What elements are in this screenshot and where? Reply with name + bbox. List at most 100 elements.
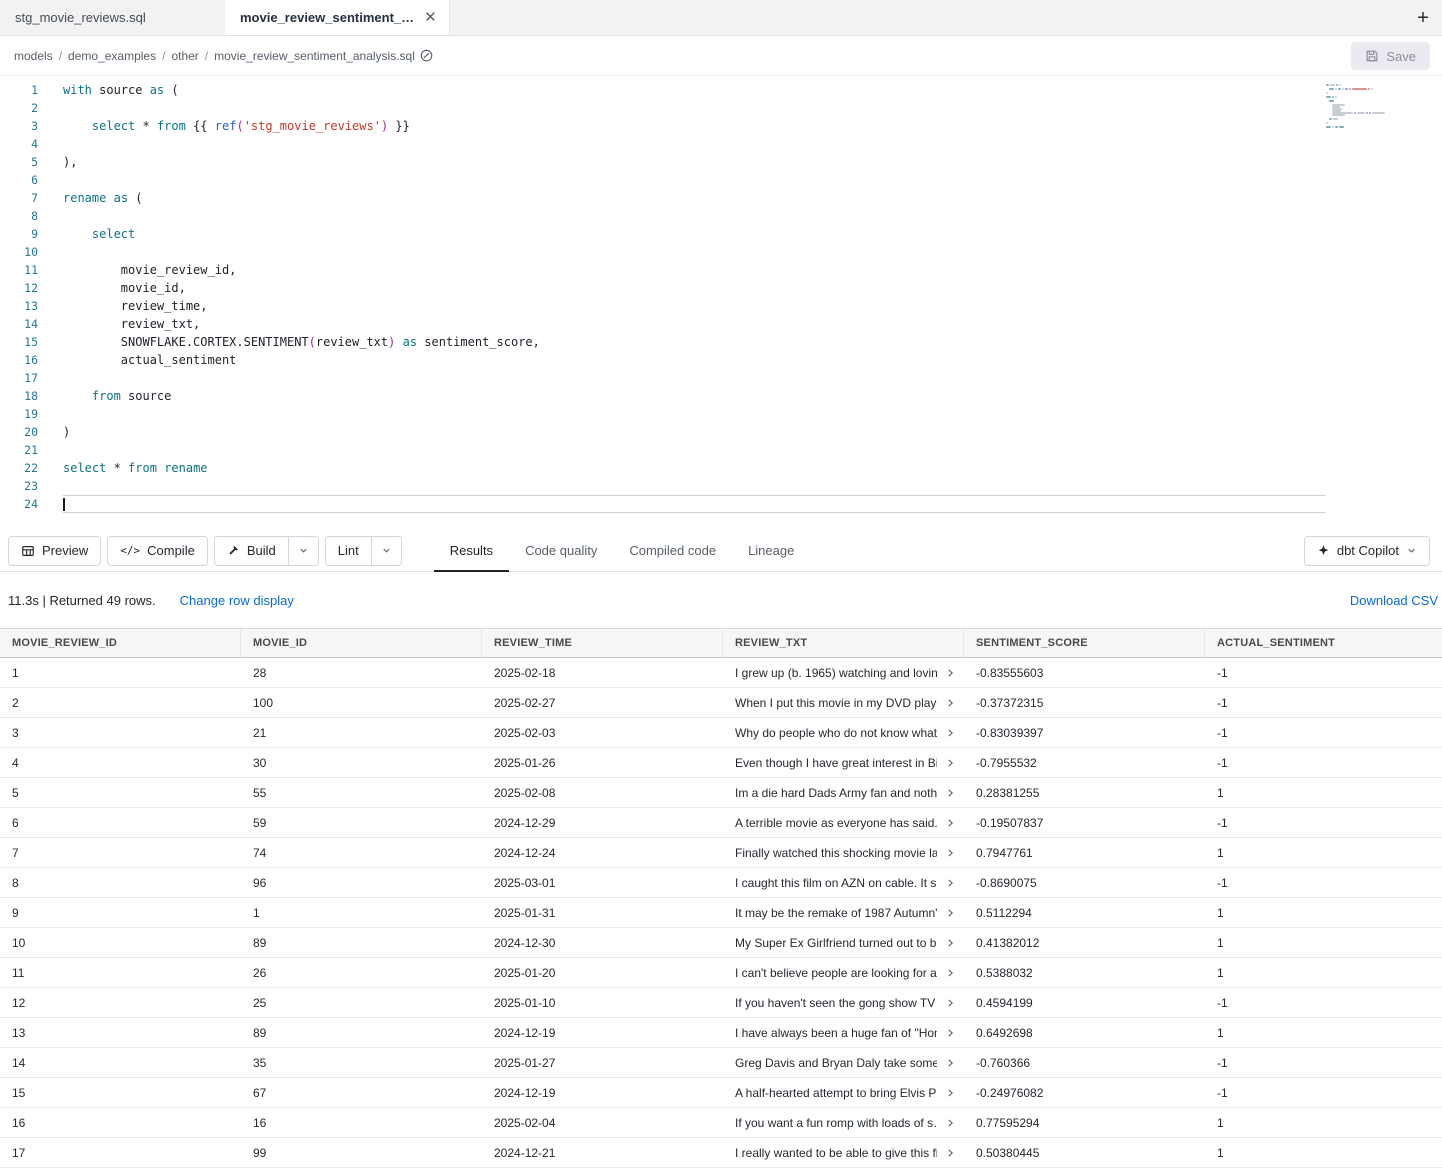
column-header[interactable]: MOVIE_REVIEW_ID xyxy=(0,629,241,657)
table-row[interactable]: 6592024-12-29A terrible movie as everyon… xyxy=(0,808,1442,838)
chevron-right-icon[interactable] xyxy=(945,667,956,678)
minimap[interactable] xyxy=(1326,84,1396,132)
chevron-right-icon[interactable] xyxy=(945,997,956,1008)
breadcrumb-item[interactable]: demo_examples xyxy=(68,49,156,63)
lint-button[interactable]: Lint xyxy=(326,537,371,565)
editor-line[interactable]: 5), xyxy=(0,153,1442,171)
table-row[interactable]: 4302025-01-26Even though I have great in… xyxy=(0,748,1442,778)
chevron-right-icon[interactable] xyxy=(945,727,956,738)
chevron-right-icon[interactable] xyxy=(945,877,956,888)
tab-compiled-code[interactable]: Compiled code xyxy=(613,530,732,572)
editor-line[interactable]: 14 review_txt, xyxy=(0,315,1442,333)
editor-line[interactable]: 18 from source xyxy=(0,387,1442,405)
lint-dropdown-button[interactable] xyxy=(371,537,401,565)
editor-line[interactable]: 23 xyxy=(0,477,1442,495)
editor-line[interactable]: 16 actual_sentiment xyxy=(0,351,1442,369)
tab-stg-movie-reviews[interactable]: stg_movie_reviews.sql xyxy=(0,0,225,35)
tab-movie-review-sentiment[interactable]: movie_review_sentiment_… ✕ xyxy=(225,0,450,35)
chevron-right-icon[interactable] xyxy=(945,787,956,798)
code-editor[interactable]: 1with source as (23 select * from {{ ref… xyxy=(0,76,1442,530)
table-row[interactable]: 21002025-02-27When I put this movie in m… xyxy=(0,688,1442,718)
table-row[interactable]: 3212025-02-03Why do people who do not kn… xyxy=(0,718,1442,748)
editor-line[interactable]: 13 review_time, xyxy=(0,297,1442,315)
chevron-right-icon[interactable] xyxy=(945,847,956,858)
chevron-right-icon[interactable] xyxy=(945,817,956,828)
chevron-right-icon[interactable] xyxy=(945,1117,956,1128)
build-button[interactable]: Build xyxy=(215,537,288,565)
circle-slash-icon[interactable] xyxy=(419,48,434,63)
line-number: 16 xyxy=(0,351,38,369)
column-header[interactable]: ACTUAL_SENTIMENT xyxy=(1205,629,1442,657)
editor-line[interactable]: 12 movie_id, xyxy=(0,279,1442,297)
build-dropdown-button[interactable] xyxy=(288,537,318,565)
table-row[interactable]: 14352025-01-27Greg Davis and Bryan Daly … xyxy=(0,1048,1442,1078)
chevron-right-icon[interactable] xyxy=(945,697,956,708)
column-header[interactable]: SENTIMENT_SCORE xyxy=(964,629,1205,657)
column-header[interactable]: REVIEW_TXT xyxy=(723,629,964,657)
breadcrumb-item[interactable]: other xyxy=(171,49,198,63)
editor-line[interactable]: 4 xyxy=(0,135,1442,153)
column-header[interactable]: REVIEW_TIME xyxy=(482,629,723,657)
table-row[interactable]: 8962025-03-01I caught this film on AZN o… xyxy=(0,868,1442,898)
editor-line[interactable]: 9 select xyxy=(0,225,1442,243)
editor-line[interactable]: 3 select * from {{ ref('stg_movie_review… xyxy=(0,117,1442,135)
chevron-right-icon[interactable] xyxy=(945,1087,956,1098)
line-number: 24 xyxy=(0,495,38,513)
chevron-right-icon[interactable] xyxy=(945,1147,956,1158)
chevron-right-icon[interactable] xyxy=(945,907,956,918)
breadcrumb-item[interactable]: movie_review_sentiment_analysis.sql xyxy=(214,49,415,63)
save-button[interactable]: Save xyxy=(1351,42,1430,70)
table-cell: -1 xyxy=(1205,1048,1442,1077)
table-row[interactable]: 10892024-12-30My Super Ex Girlfriend tur… xyxy=(0,928,1442,958)
column-header[interactable]: MOVIE_ID xyxy=(241,629,482,657)
chevron-right-icon[interactable] xyxy=(945,967,956,978)
table-row[interactable]: 7742024-12-24Finally watched this shocki… xyxy=(0,838,1442,868)
editor-line[interactable]: 15 SNOWFLAKE.CORTEX.SENTIMENT(review_txt… xyxy=(0,333,1442,351)
chevron-right-icon[interactable] xyxy=(945,1057,956,1068)
editor-line[interactable]: 21 xyxy=(0,441,1442,459)
new-tab-button[interactable]: + xyxy=(1404,0,1442,36)
editor-line[interactable]: 22select * from rename xyxy=(0,459,1442,477)
download-csv-link[interactable]: Download CSV xyxy=(1350,593,1438,608)
compile-button[interactable]: </> Compile xyxy=(107,536,208,566)
editor-line[interactable]: 1with source as ( xyxy=(0,81,1442,99)
table-row[interactable]: 1282025-02-18I grew up (b. 1965) watchin… xyxy=(0,658,1442,688)
chevron-right-icon[interactable] xyxy=(945,757,956,768)
table-row[interactable]: 12252025-01-10If you haven't seen the go… xyxy=(0,988,1442,1018)
table-body: 1282025-02-18I grew up (b. 1965) watchin… xyxy=(0,658,1442,1168)
dbt-copilot-button[interactable]: dbt Copilot xyxy=(1304,536,1430,566)
tab-results[interactable]: Results xyxy=(434,530,509,572)
editor-line[interactable]: 11 movie_review_id, xyxy=(0,261,1442,279)
table-row[interactable]: 13892024-12-19I have always been a huge … xyxy=(0,1018,1442,1048)
breadcrumb-item[interactable]: models xyxy=(14,49,53,63)
chevron-right-icon[interactable] xyxy=(945,937,956,948)
table-cell: 2024-12-24 xyxy=(482,838,723,867)
editor-line[interactable]: 10 xyxy=(0,243,1442,261)
table-row[interactable]: 17992024-12-21I really wanted to be able… xyxy=(0,1138,1442,1168)
editor-line[interactable]: 2 xyxy=(0,99,1442,117)
table-row[interactable]: 16162025-02-04If you want a fun romp wit… xyxy=(0,1108,1442,1138)
table-row[interactable]: 11262025-01-20I can't believe people are… xyxy=(0,958,1442,988)
table-cell: 2025-02-03 xyxy=(482,718,723,747)
editor-line[interactable]: 7rename as ( xyxy=(0,189,1442,207)
editor-line[interactable]: 19 xyxy=(0,405,1442,423)
chevron-right-icon[interactable] xyxy=(945,1027,956,1038)
editor-line[interactable]: 17 xyxy=(0,369,1442,387)
line-number: 7 xyxy=(0,189,38,207)
tab-lineage[interactable]: Lineage xyxy=(732,530,810,572)
tab-code-quality[interactable]: Code quality xyxy=(509,530,613,572)
editor-line[interactable]: 20) xyxy=(0,423,1442,441)
table-cell: 2024-12-19 xyxy=(482,1078,723,1107)
close-icon[interactable]: ✕ xyxy=(424,10,437,25)
editor-line[interactable]: 24 xyxy=(0,495,1442,513)
table-row[interactable]: 912025-01-31It may be the remake of 1987… xyxy=(0,898,1442,928)
preview-button[interactable]: Preview xyxy=(8,536,101,566)
table-cell: 2024-12-30 xyxy=(482,928,723,957)
table-row[interactable]: 15672024-12-19A half-hearted attempt to … xyxy=(0,1078,1442,1108)
editor-line[interactable]: 8 xyxy=(0,207,1442,225)
editor-line[interactable]: 6 xyxy=(0,171,1442,189)
save-icon xyxy=(1365,49,1379,63)
table-cell: 15 xyxy=(0,1078,241,1107)
change-row-display-link[interactable]: Change row display xyxy=(180,593,294,608)
table-row[interactable]: 5552025-02-08Im a die hard Dads Army fan… xyxy=(0,778,1442,808)
